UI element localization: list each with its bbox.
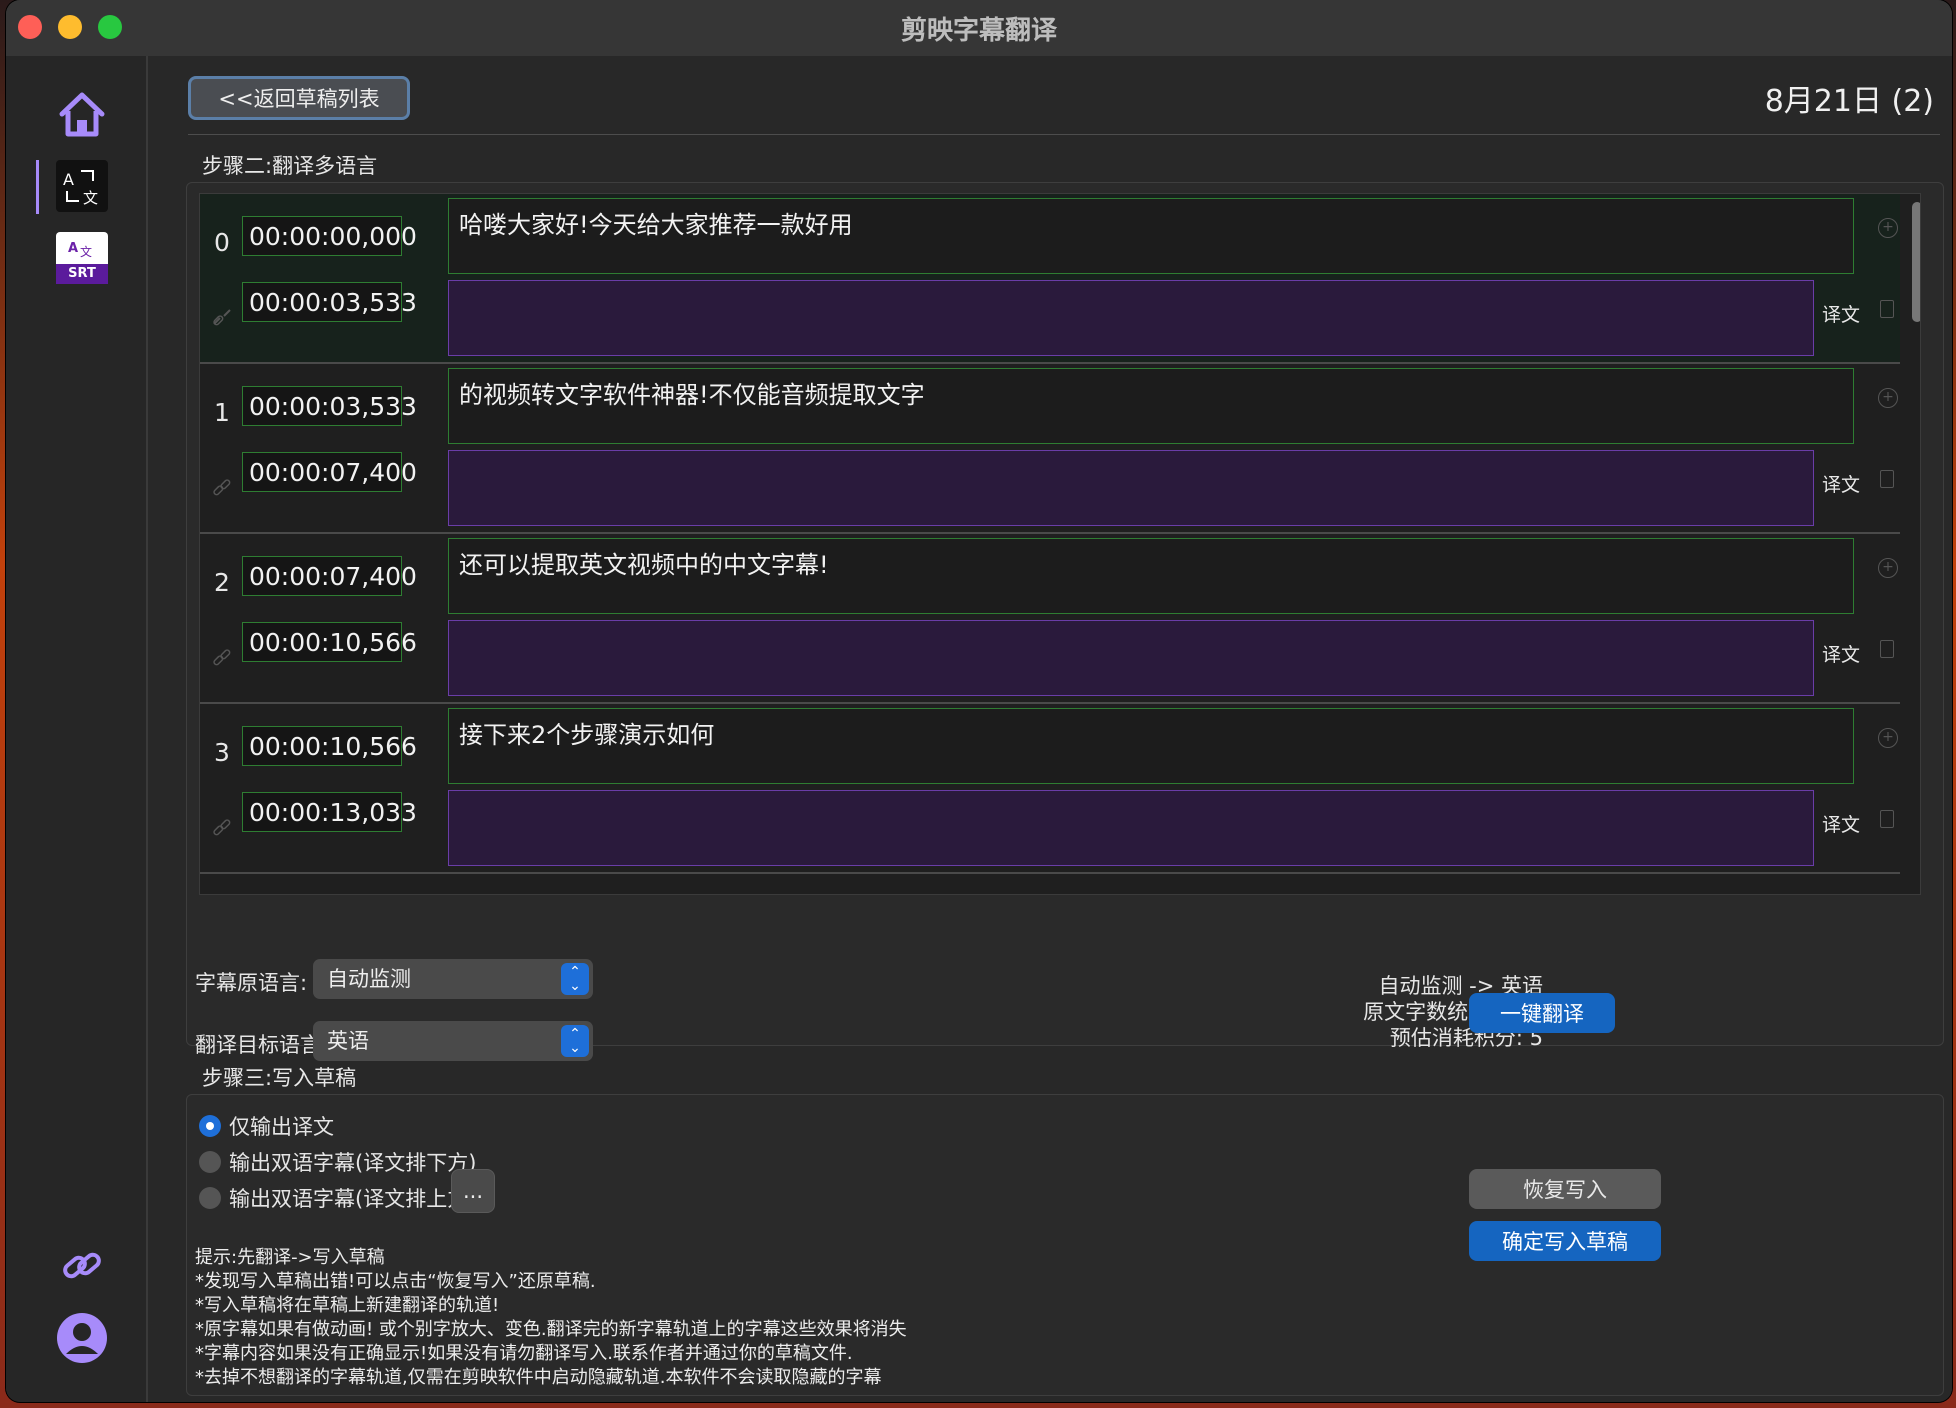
chevron-updown-icon: ⌃ ⌄: [561, 963, 589, 995]
user-avatar-icon: [57, 1313, 107, 1363]
source-text-field[interactable]: 还可以提取英文视频中的中文字幕!: [448, 538, 1854, 614]
title-bar: 剪映字幕翻译: [6, 0, 1952, 57]
tip-line: *去掉不想翻译的字幕轨道,仅需在剪映软件中启动隐藏轨道.本软件不会读取隐藏的字幕: [195, 1367, 882, 1388]
end-time-field[interactable]: 00:00:07,400: [242, 452, 417, 492]
start-time-field[interactable]: 00:00:03,533: [242, 386, 417, 426]
link-icon[interactable]: [210, 816, 234, 840]
translation-text-field[interactable]: [448, 450, 1814, 526]
start-time-field[interactable]: 00:00:10,566: [242, 726, 417, 766]
one-click-translate-button[interactable]: 一键翻译: [1469, 993, 1615, 1033]
source-text-field[interactable]: 的视频转文字软件神器!不仅能音频提取文字: [448, 368, 1854, 444]
translation-text-field[interactable]: [448, 790, 1814, 866]
row-index: 1: [214, 398, 230, 427]
srt-label: SRT: [68, 266, 96, 281]
more-options-button[interactable]: ...: [451, 1169, 495, 1213]
svg-text:文: 文: [83, 189, 98, 207]
row-index: 3: [214, 738, 230, 767]
home-icon: [59, 92, 105, 137]
tip-line: 提示:先翻译->写入草稿: [195, 1247, 385, 1268]
sidebar-item-srt[interactable]: A 文 SRT: [56, 232, 108, 284]
active-indicator: [36, 160, 39, 214]
table-scrollbar[interactable]: [1912, 202, 1920, 322]
delete-row-icon[interactable]: [1880, 640, 1894, 658]
source-text-field[interactable]: 接下来2个步骤演示如何: [448, 708, 1854, 784]
step2-label: 步骤二:翻译多语言: [202, 154, 378, 178]
link-icon: [63, 1252, 101, 1279]
start-time-field[interactable]: 00:00:00,000: [242, 216, 417, 256]
radio-bilingual-above[interactable]: [199, 1187, 221, 1209]
radio-bilingual-above-label[interactable]: 输出双语字幕(译文排上方): [229, 1183, 476, 1213]
step3-panel: 仅输出译文 输出双语字幕(译文排下方) 输出双语字幕(译文排上方) ... 恢复…: [186, 1094, 1944, 1396]
add-row-icon[interactable]: +: [1878, 388, 1898, 408]
radio-bilingual-below-label[interactable]: 输出双语字幕(译文排下方): [229, 1147, 476, 1177]
source-language-select[interactable]: 自动监测 ⌃ ⌄: [313, 959, 593, 999]
row-index: 2: [214, 568, 230, 597]
end-time-field[interactable]: 00:00:10,566: [242, 622, 417, 662]
translation-text-field[interactable]: [448, 620, 1814, 696]
link-icon[interactable]: [210, 476, 234, 500]
tip-line: *发现写入草稿出错!可以点击“恢复写入”还原草稿.: [195, 1271, 596, 1292]
add-row-icon[interactable]: +: [1878, 728, 1898, 748]
svg-text:A: A: [63, 170, 74, 189]
translation-label: 译文: [1822, 644, 1861, 666]
delete-row-icon[interactable]: [1880, 810, 1894, 828]
tip-line: *字幕内容如果没有正确显示!如果没有请勿翻译写入.联系作者并通过你的草稿文件.: [195, 1343, 853, 1364]
translation-label: 译文: [1822, 304, 1861, 326]
svg-text:A: A: [68, 241, 78, 256]
sidebar-item-translate[interactable]: A 文: [56, 160, 108, 212]
sidebar: A 文 A 文 SRT: [6, 56, 148, 1402]
radio-translation-only[interactable]: [199, 1115, 221, 1137]
tip-line: *原字幕如果有做动画! 或个别字放大、变色.翻译完的新字幕轨道上的字幕这些效果将…: [195, 1319, 907, 1340]
radio-translation-only-label[interactable]: 仅输出译文: [229, 1111, 334, 1141]
sidebar-item-link[interactable]: [56, 1240, 108, 1292]
target-language-value: 英语: [327, 1029, 369, 1053]
delete-row-icon[interactable]: [1880, 300, 1894, 318]
subtitle-row[interactable]: 1 00:00:03,533 00:00:07,400 的视频转文字软件神器!不…: [200, 364, 1900, 534]
app-window: 剪映字幕翻译 A 文 A 文 SRT <<返回草稿列表 8月21日 (2) 步骤…: [6, 0, 1952, 1402]
translate-icon: A 文: [63, 170, 98, 207]
translation-text-field[interactable]: [448, 280, 1814, 356]
row-index: 0: [214, 228, 230, 257]
sidebar-item-account[interactable]: [56, 1312, 108, 1364]
source-language-label: 字幕原语言:: [195, 971, 308, 995]
subtitle-row[interactable]: 2 00:00:07,400 00:00:10,566 还可以提取英文视频中的中…: [200, 534, 1900, 704]
restore-write-button[interactable]: 恢复写入: [1469, 1169, 1661, 1209]
delete-row-icon[interactable]: [1880, 470, 1894, 488]
source-language-value: 自动监测: [327, 967, 411, 991]
subtitle-table: 0 00:00:00,000 00:00:03,533 哈喽大家好!今天给大家推…: [199, 193, 1921, 895]
subtitle-row[interactable]: 0 00:00:00,000 00:00:03,533 哈喽大家好!今天给大家推…: [200, 194, 1900, 364]
link-icon[interactable]: [210, 646, 234, 670]
tip-line: *写入草稿将在草稿上新建翻译的轨道!: [195, 1295, 500, 1316]
translation-label: 译文: [1822, 474, 1861, 496]
add-row-icon[interactable]: +: [1878, 218, 1898, 238]
add-row-icon[interactable]: +: [1878, 558, 1898, 578]
draft-title: 8月21日 (2): [1764, 84, 1934, 119]
back-to-drafts-button[interactable]: <<返回草稿列表: [188, 76, 410, 120]
subtitle-row[interactable]: 3 00:00:10,566 00:00:13,033 接下来2个步骤演示如何 …: [200, 704, 1900, 874]
link-icon[interactable]: [210, 306, 234, 330]
start-time-field[interactable]: 00:00:07,400: [242, 556, 417, 596]
translation-label: 译文: [1822, 814, 1861, 836]
radio-bilingual-below[interactable]: [199, 1151, 221, 1173]
step3-label: 步骤三:写入草稿: [202, 1066, 357, 1090]
target-language-select[interactable]: 英语 ⌃ ⌄: [313, 1021, 593, 1061]
step2-panel: 0 00:00:00,000 00:00:03,533 哈喽大家好!今天给大家推…: [186, 182, 1944, 1061]
chevron-updown-icon: ⌃ ⌄: [561, 1025, 589, 1057]
end-time-field[interactable]: 00:00:13,033: [242, 792, 417, 832]
sidebar-item-home[interactable]: [56, 88, 108, 140]
source-text-field[interactable]: 哈喽大家好!今天给大家推荐一款好用: [448, 198, 1854, 274]
window-title: 剪映字幕翻译: [900, 16, 1057, 46]
target-language-label: 翻译目标语言: [195, 1033, 321, 1057]
svg-text:文: 文: [80, 244, 92, 259]
main-panel: <<返回草稿列表 8月21日 (2) 步骤二:翻译多语言 0 00:00:00,…: [148, 56, 1952, 1402]
end-time-field[interactable]: 00:00:03,533: [242, 282, 417, 322]
divider: [188, 134, 1940, 135]
confirm-write-draft-button[interactable]: 确定写入草稿: [1469, 1221, 1661, 1261]
